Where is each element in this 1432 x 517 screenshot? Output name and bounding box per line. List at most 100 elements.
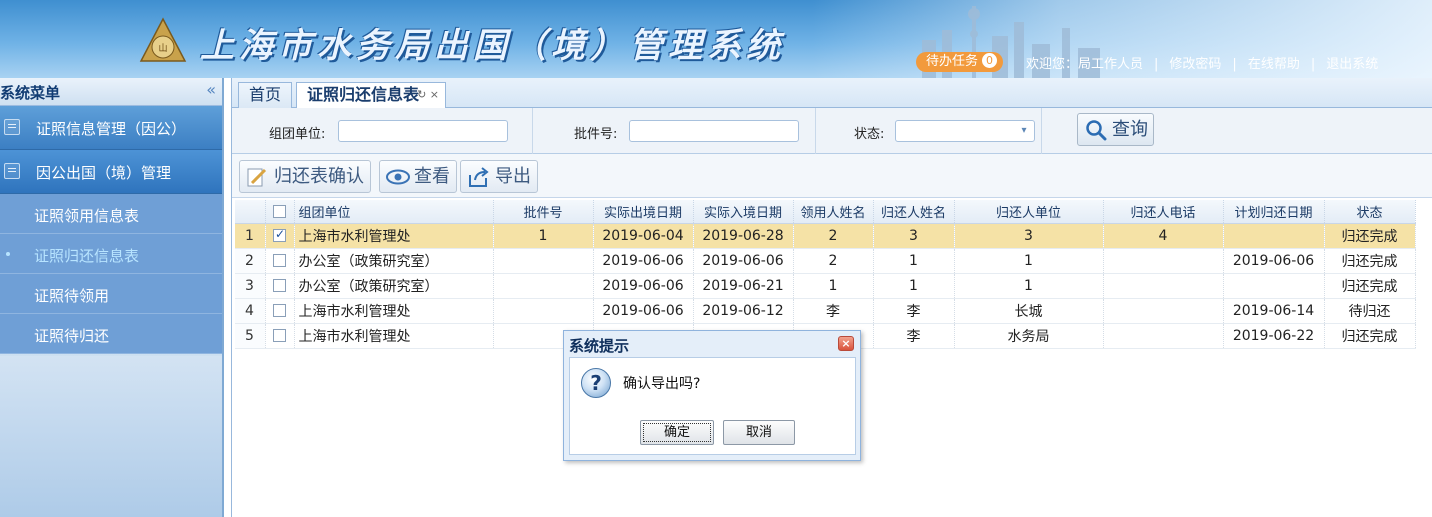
table-cell-ret_org: 1 xyxy=(954,273,1104,299)
separator: | xyxy=(1310,57,1316,72)
table-cell-returner: 3 xyxy=(873,223,955,249)
row-select-cell xyxy=(265,248,295,274)
todo-tasks-button[interactable]: 待办任务 0 xyxy=(916,52,1004,72)
row-select-cell xyxy=(265,273,295,299)
return-confirm-button[interactable]: 归还表确认 xyxy=(239,160,371,193)
rownum-header xyxy=(235,200,266,224)
row-number: 5 xyxy=(235,323,266,349)
export-button[interactable]: 导出 xyxy=(460,160,538,193)
todo-count-badge: 0 xyxy=(982,53,998,68)
row-number: 4 xyxy=(235,298,266,324)
table-cell-plan: 2019-06-06 xyxy=(1223,248,1325,274)
table-cell-ret_org: 长城 xyxy=(954,298,1104,324)
table-cell-plan xyxy=(1223,273,1325,299)
table-cell-ret_org: 水务局 xyxy=(954,323,1104,349)
query-label: 查询 xyxy=(1112,119,1148,140)
table-cell-plan: 2019-06-14 xyxy=(1223,298,1325,324)
online-help-link[interactable]: 在线帮助 xyxy=(1248,57,1300,72)
view-label: 查看 xyxy=(414,166,450,187)
table-cell-org: 上海市水利管理处 xyxy=(294,223,494,249)
tab-certificate-return[interactable]: 证照归还信息表 ↻ × xyxy=(296,82,447,109)
table-cell-status: 归还完成 xyxy=(1324,248,1416,274)
table-cell-batch xyxy=(493,298,594,324)
table-cell-returner: 1 xyxy=(873,273,955,299)
table-cell-phone xyxy=(1103,248,1224,274)
column-header[interactable]: 批件号 xyxy=(493,200,594,224)
select-all-header xyxy=(265,200,295,224)
tab-label: 证照归还信息表 xyxy=(307,85,420,104)
table-cell-receiver: 2 xyxy=(793,223,874,249)
search-icon xyxy=(1086,120,1107,141)
cancel-button[interactable]: 取消 xyxy=(723,420,795,445)
table-row[interactable]: 1上海市水利管理处12019-06-042019-06-282334归还完成 xyxy=(235,223,1416,249)
table-row[interactable]: 3 办公室（政策研究室） 2019-06-06 2019-06-21 1 1 1 归还完成 xyxy=(235,273,1416,299)
table-cell-org: 办公室（政策研究室） xyxy=(294,248,494,274)
row-select-cell xyxy=(265,223,295,249)
column-header[interactable]: 归还人姓名 xyxy=(873,200,955,224)
table-cell-receiver: 1 xyxy=(793,273,874,299)
view-button[interactable]: 查看 xyxy=(379,160,457,193)
row-checkbox[interactable] xyxy=(273,304,286,317)
sidebar-item-pending-receive[interactable]: 证照待领用 xyxy=(0,274,222,314)
column-header[interactable]: 归还人电话 xyxy=(1103,200,1224,224)
table-header-row: 组团单位 批件号 实际出境日期 实际入境日期 领用人姓名 归还人姓名 归还人单位… xyxy=(235,200,1416,224)
column-header[interactable]: 归还人单位 xyxy=(954,200,1104,224)
table-cell-org: 办公室（政策研究室） xyxy=(294,273,494,299)
document-icon xyxy=(4,163,20,179)
change-password-link[interactable]: 修改密码 xyxy=(1169,57,1221,72)
table-cell-status: 待归还 xyxy=(1324,298,1416,324)
tab-home[interactable]: 首页 xyxy=(238,82,293,108)
column-header[interactable]: 计划归还日期 xyxy=(1223,200,1325,224)
column-header[interactable]: 状态 xyxy=(1324,200,1416,224)
table-cell-phone xyxy=(1103,323,1224,349)
column-header[interactable]: 实际出境日期 xyxy=(593,200,694,224)
menu-group-going-abroad[interactable]: 因公出国（境）管理 xyxy=(0,150,222,194)
collapse-icon[interactable]: « xyxy=(206,80,216,99)
table-cell-batch xyxy=(493,248,594,274)
sidebar-item-certificate-receive[interactable]: 证照领用信息表 xyxy=(0,194,222,234)
separator: | xyxy=(1232,57,1237,72)
batch-number-input[interactable] xyxy=(629,120,799,142)
table-cell-in: 2019-06-12 xyxy=(693,298,794,324)
data-grid: 组团单位 批件号 实际出境日期 实际入境日期 领用人姓名 归还人姓名 归还人单位… xyxy=(235,200,1416,349)
table-row[interactable]: 2 办公室（政策研究室） 2019-06-06 2019-06-06 2 1 1 2019-0… xyxy=(235,248,1416,274)
row-checkbox[interactable] xyxy=(273,279,286,292)
table-cell-out: 2019-06-06 xyxy=(593,248,694,274)
org-input[interactable] xyxy=(338,120,508,142)
table-cell-phone: 4 xyxy=(1103,223,1224,249)
chevron-down-icon: ▾ xyxy=(1021,125,1027,136)
row-checkbox[interactable] xyxy=(273,227,286,242)
todo-tasks-label: 待办任务 xyxy=(926,54,979,69)
table-row[interactable]: 4 上海市水利管理处 2019-06-06 2019-06-12 李李长城 2019-06… xyxy=(235,298,1416,324)
sidebar-title: 系统菜单 xyxy=(0,84,61,102)
sidebar-item-pending-return[interactable]: 证照待归还 xyxy=(0,314,222,354)
column-header[interactable]: 领用人姓名 xyxy=(793,200,874,224)
table-cell-phone xyxy=(1103,273,1224,299)
sidebar-item-certificate-return[interactable]: 证照归还信息表 xyxy=(0,234,222,274)
status-select[interactable]: ▾ xyxy=(895,120,1035,142)
table-cell-returner: 李 xyxy=(873,298,955,324)
table-cell-status: 归还完成 xyxy=(1324,273,1416,299)
close-icon[interactable]: × xyxy=(838,336,854,351)
row-number: 3 xyxy=(235,273,266,299)
confirm-button[interactable]: 确定 xyxy=(640,420,714,445)
row-checkbox[interactable] xyxy=(273,329,286,342)
table-cell-org: 上海市水利管理处 xyxy=(294,323,494,349)
table-cell-status: 归还完成 xyxy=(1324,223,1416,249)
menu-group-certificate-info[interactable]: 证照信息管理（因公） xyxy=(0,106,222,150)
column-header[interactable]: 组团单位 xyxy=(294,200,494,224)
tab-close-icon[interactable]: ↻ × xyxy=(417,83,439,107)
edit-icon xyxy=(247,168,267,187)
row-checkbox[interactable] xyxy=(273,254,286,267)
sidebar-item-label: 证照归还信息表 xyxy=(34,247,140,265)
table-cell-batch: 1 xyxy=(493,223,594,249)
filter-bar: 组团单位: 批件号: 状态: ▾ 查询 xyxy=(232,108,1432,154)
submenu-list: 证照领用信息表 证照归还信息表 证照待领用 证照待归还 xyxy=(0,194,222,354)
query-button[interactable]: 查询 xyxy=(1077,113,1154,146)
sidebar-header: 系统菜单 « xyxy=(0,78,222,106)
logout-link[interactable]: 退出系统 xyxy=(1326,57,1378,72)
column-header[interactable]: 实际入境日期 xyxy=(693,200,794,224)
table-cell-receiver: 2 xyxy=(793,248,874,274)
eye-icon xyxy=(386,169,410,185)
select-all-checkbox[interactable] xyxy=(273,204,286,218)
